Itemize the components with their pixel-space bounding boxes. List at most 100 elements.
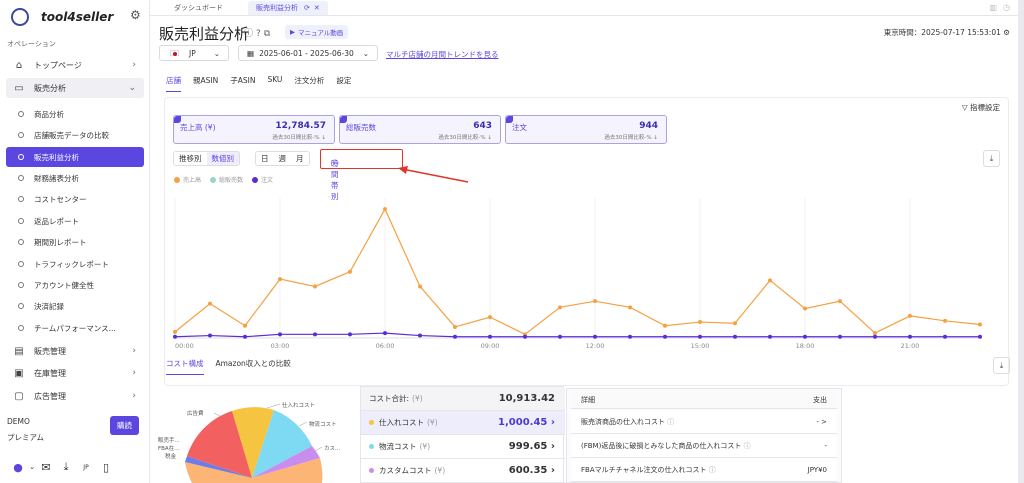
data-point[interactable]	[488, 315, 492, 320]
tab-amazon-compare[interactable]: Amazon収入との比較	[216, 358, 291, 375]
data-point[interactable]	[593, 299, 597, 304]
sub-item-period[interactable]: 期間別レポート	[6, 232, 144, 252]
data-point[interactable]	[733, 334, 737, 339]
history-icon[interactable]: ◷	[1003, 3, 1016, 12]
user-avatar-icon[interactable]: ●	[8, 461, 28, 474]
data-point[interactable]	[348, 269, 352, 274]
data-point[interactable]	[243, 323, 247, 328]
download-icon[interactable]: ⤓	[56, 460, 76, 474]
data-point[interactable]	[908, 334, 912, 339]
nav-item-ads[interactable]: ▢ 広告管理 ›	[6, 386, 144, 406]
sub-item-product[interactable]: 商品分析	[6, 104, 144, 124]
data-point[interactable]	[628, 334, 632, 339]
cost-row-purchase[interactable]: 仕入れコスト (¥) 1,000.45 ›	[361, 411, 565, 435]
data-point[interactable]	[838, 334, 842, 339]
multi-store-trend-link[interactable]: マルチ店舗の月間トレンドを見る	[386, 49, 499, 60]
sub-item-team[interactable]: チームパフォーマンス...	[6, 318, 144, 338]
data-point[interactable]	[803, 334, 807, 339]
data-point[interactable]	[733, 321, 737, 326]
refresh-icon[interactable]: ⟳	[304, 4, 310, 12]
data-point[interactable]	[663, 323, 667, 328]
dot-icon	[18, 132, 24, 138]
data-point[interactable]	[873, 334, 877, 339]
data-point[interactable]	[418, 333, 422, 338]
sub-item-cost[interactable]: コストセンター	[6, 189, 144, 209]
data-point[interactable]	[173, 329, 177, 334]
data-point[interactable]	[558, 305, 562, 310]
data-point[interactable]	[313, 332, 317, 337]
jp-icon[interactable]: JP	[76, 464, 96, 471]
data-point[interactable]	[628, 305, 632, 310]
nav-item-top[interactable]: ⌂ トップページ ›	[6, 55, 144, 75]
data-point[interactable]	[908, 313, 912, 318]
data-point[interactable]	[558, 334, 562, 339]
sub-item-profit[interactable]: 販売利益分析	[6, 147, 144, 167]
page-scrollbar[interactable]	[1018, 0, 1024, 483]
data-point[interactable]	[978, 334, 982, 339]
data-point[interactable]	[173, 334, 177, 339]
cost-row-custom[interactable]: カスタムコスト (¥) 600.35 ›	[361, 459, 565, 483]
data-point[interactable]	[348, 332, 352, 337]
sub-item-health[interactable]: アカウント健全性	[6, 275, 144, 295]
data-point[interactable]	[313, 284, 317, 289]
manual-video-button[interactable]: ▶ マニュアル動画	[285, 25, 349, 39]
subtab-child-asin[interactable]: 子ASIN	[230, 75, 255, 92]
close-icon[interactable]: ✕	[314, 4, 320, 12]
trash-icon[interactable]: ▥	[989, 3, 1003, 12]
sub-item-compare[interactable]: 店舗販売データの比較	[6, 125, 144, 145]
tab-profit-analysis[interactable]: 販売利益分析 ⟳ ✕	[248, 1, 328, 15]
data-point[interactable]	[488, 334, 492, 339]
date-range-picker[interactable]: ▦ 2025-06-01 - 2025-06-30 ⌄	[238, 45, 378, 61]
mail-icon[interactable]: ✉	[36, 461, 56, 474]
data-point[interactable]	[873, 331, 877, 336]
data-point[interactable]	[208, 333, 212, 338]
data-point[interactable]	[383, 331, 387, 336]
data-point[interactable]	[803, 306, 807, 311]
nav-item-inventory[interactable]: ▣ 在庫管理 ›	[6, 363, 144, 383]
download-icon[interactable]: ⤓	[993, 357, 1010, 374]
nav-item-sales-analysis[interactable]: ▭ 販売分析 ⌄	[6, 78, 144, 98]
data-point[interactable]	[278, 277, 282, 282]
data-point[interactable]	[453, 324, 457, 329]
data-point[interactable]	[838, 299, 842, 304]
subtab-parent-asin[interactable]: 親ASIN	[193, 75, 218, 92]
bottom-toolbar: ● ⌄ ✉ ⤓ JP ▯	[8, 460, 116, 474]
data-point[interactable]	[593, 334, 597, 339]
gear-icon[interactable]: ⚙	[130, 9, 142, 21]
subtab-store[interactable]: 店舗	[166, 75, 181, 92]
data-point[interactable]	[523, 334, 527, 339]
tab-dashboard[interactable]: ダッシュボード	[166, 1, 231, 15]
external-icon[interactable]: ⧉	[264, 29, 273, 39]
subscribe-button[interactable]: 購読	[110, 416, 139, 435]
subtab-settings[interactable]: 設定	[336, 75, 351, 92]
info-icon[interactable]: ⓘ	[244, 29, 256, 39]
tab-cost-structure[interactable]: コスト構成	[166, 358, 204, 375]
data-point[interactable]	[943, 334, 947, 339]
help-icon[interactable]: ?	[256, 29, 264, 39]
data-point[interactable]	[943, 318, 947, 323]
sub-item-return[interactable]: 返品レポート	[6, 211, 144, 231]
data-point[interactable]	[978, 322, 982, 327]
data-point[interactable]	[278, 332, 282, 337]
country-select[interactable]: JP ⌄	[159, 45, 229, 61]
data-point[interactable]	[698, 320, 702, 325]
subtab-order[interactable]: 注文分析	[294, 75, 324, 92]
chevron-down-icon[interactable]: ⌄	[28, 463, 36, 471]
subtab-sku[interactable]: SKU	[267, 75, 282, 92]
data-point[interactable]	[208, 301, 212, 306]
data-point[interactable]	[453, 334, 457, 339]
detail-row[interactable]: 販売済商品の仕入れコスト ⓘ - >	[571, 410, 837, 434]
nav-item-sales-mgmt[interactable]: ▤ 販売管理 ›	[6, 341, 144, 361]
settings-icon[interactable]: ⚙	[1003, 28, 1010, 37]
sub-item-traffic[interactable]: トラフィックレポート	[6, 254, 144, 274]
data-point[interactable]	[768, 278, 772, 283]
data-point[interactable]	[418, 284, 422, 289]
data-point[interactable]	[768, 334, 772, 339]
mobile-icon[interactable]: ▯	[96, 461, 116, 474]
data-point[interactable]	[663, 334, 667, 339]
sub-item-financial[interactable]: 財務諸表分析	[6, 168, 144, 188]
sub-item-payment[interactable]: 決済記録	[6, 296, 144, 316]
data-point[interactable]	[698, 334, 702, 339]
cost-row-logistics[interactable]: 物流コスト (¥) 999.65 ›	[361, 435, 565, 459]
data-point[interactable]	[243, 334, 247, 339]
